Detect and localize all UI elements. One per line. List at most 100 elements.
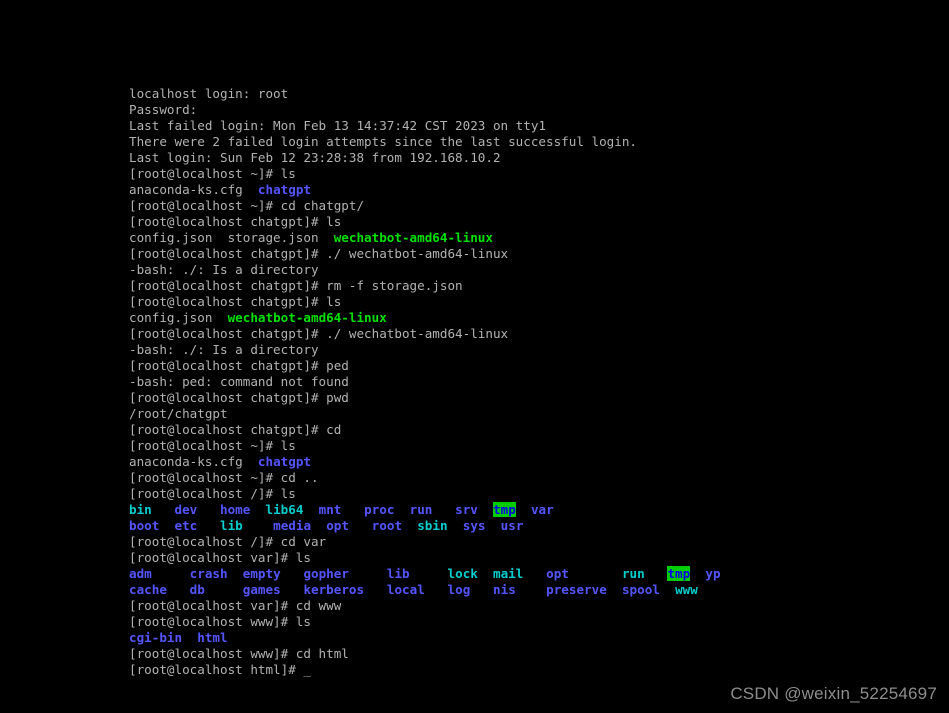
terminal-segment-default: [159, 518, 174, 533]
terminal-segment-dir: preserve: [546, 582, 607, 597]
terminal-segment-default: [root@localhost ~]# cd chatgpt/: [129, 198, 365, 213]
terminal-console-output[interactable]: localhost login: root Password: Last faile…: [129, 86, 941, 678]
terminal-segment-dir: usr: [500, 518, 524, 533]
terminal-line-cmd-pwd: [root@localhost chatgpt]# pwd: [129, 390, 941, 406]
terminal-segment-default: [569, 566, 622, 581]
terminal-segment-default: Last failed login: Mon Feb 13 14:37:42 C…: [129, 118, 547, 133]
terminal-line-out-ls-root-2: boot etc lib media opt root sbin sys usr: [129, 518, 941, 534]
terminal-line-cmd-ls-chatgpt-2: [root@localhost chatgpt]# ls: [129, 294, 941, 310]
terminal-segment-dir: var: [530, 502, 554, 517]
terminal-segment-default: config.json: [129, 310, 228, 325]
terminal-segment-dir: cache: [129, 582, 167, 597]
terminal-segment-default: [516, 502, 531, 517]
terminal-segment-dir: root: [371, 518, 403, 533]
terminal-segment-dir: opt: [546, 566, 569, 581]
terminal-segment-default: [root@localhost var]# cd www: [129, 598, 342, 613]
terminal-line-cmd-cd-home: [root@localhost chatgpt]# cd: [129, 422, 941, 438]
terminal-segment-default: There were 2 failed login attempts since…: [129, 134, 637, 149]
terminal-line-err-isdir-2: -bash: ./: Is a directory: [129, 342, 941, 358]
terminal-line-cmd-ls-var: [root@localhost var]# ls: [129, 550, 941, 566]
terminal-segment-link: lib: [220, 518, 243, 533]
terminal-segment-default: [448, 518, 463, 533]
terminal-segment-default: [660, 582, 675, 597]
terminal-segment-dir: crash: [189, 566, 228, 581]
terminal-line-cmd-rm-storage: [root@localhost chatgpt]# rm -f storage.…: [129, 278, 941, 294]
terminal-segment-default: [182, 630, 197, 645]
terminal-line-cmd-ls-home: [root@localhost ~]# ls: [129, 166, 941, 182]
terminal-segment-dir: log: [447, 582, 471, 597]
terminal-segment-cursor: _: [303, 662, 311, 677]
terminal-segment-default: Last login: Sun Feb 12 23:28:38 from 192…: [129, 150, 501, 165]
terminal-screen[interactable]: localhost login: root Password: Last faile…: [0, 0, 949, 713]
terminal-segment-default: [516, 582, 546, 597]
terminal-segment-dir: spool: [621, 582, 660, 597]
terminal-segment-dir: empty: [242, 566, 281, 581]
terminal-segment-default: -bash: ped: command not found: [129, 374, 349, 389]
terminal-line-cmd-cd-html: [root@localhost www]# cd html: [129, 646, 941, 662]
terminal-segment-default: anaconda-ks.cfg: [129, 454, 258, 469]
terminal-segment-dir: dev: [174, 502, 198, 517]
terminal-segment-default: [root@localhost ~]# cd ..: [129, 470, 319, 485]
terminal-segment-default: [root@localhost /]# cd var: [129, 534, 327, 549]
terminal-line-cmd-cd-chatgpt: [root@localhost ~]# cd chatgpt/: [129, 198, 941, 214]
terminal-line-out-ls-chatgpt-2: config.json wechatbot-amd64-linux: [129, 310, 941, 326]
terminal-segment-default: [250, 502, 265, 517]
terminal-line-last-login: Last login: Sun Feb 12 23:28:38 from 192…: [129, 150, 941, 166]
terminal-segment-default: [root@localhost chatgpt]# cd: [129, 422, 342, 437]
terminal-segment-default: [349, 566, 387, 581]
terminal-segment-default: [523, 566, 546, 581]
terminal-line-password-prompt: Password:: [129, 102, 941, 118]
terminal-segment-exec: wechatbot-amd64-linux: [227, 310, 387, 325]
terminal-segment-default: [root@localhost chatgpt]# ls: [129, 294, 342, 309]
terminal-segment-dir: chatgpt: [257, 182, 311, 197]
terminal-line-cmd-cd-www: [root@localhost var]# cd www: [129, 598, 941, 614]
terminal-line-out-ls-root-1: bin dev home lib64 mnt proc run srv tmp …: [129, 502, 941, 518]
terminal-segment-default: [364, 582, 387, 597]
terminal-segment-default: [303, 502, 318, 517]
terminal-segment-default: [432, 502, 455, 517]
terminal-segment-default: [root@localhost chatgpt]# ped: [129, 358, 349, 373]
terminal-segment-default: [281, 566, 304, 581]
terminal-segment-sticky: tmp: [493, 502, 516, 517]
terminal-line-last-failed-login: Last failed login: Mon Feb 13 14:37:42 C…: [129, 118, 941, 134]
terminal-line-cmd-cd-up: [root@localhost ~]# cd ..: [129, 470, 941, 486]
terminal-segment-default: [243, 518, 273, 533]
terminal-line-out-ls-var-1: adm crash empty gopher lib lock mail opt…: [129, 566, 941, 582]
terminal-segment-default: config.json storage.json: [129, 230, 334, 245]
terminal-segment-default: [root@localhost ~]# ls: [129, 166, 296, 181]
terminal-segment-default: [470, 582, 493, 597]
terminal-segment-default: [167, 582, 190, 597]
terminal-segment-default: [645, 566, 668, 581]
terminal-segment-link: www: [675, 582, 698, 597]
terminal-segment-dir: opt: [326, 518, 349, 533]
terminal-segment-default: /root/chatgpt: [129, 406, 228, 421]
terminal-line-out-ls-home-2: anaconda-ks.cfg chatgpt: [129, 454, 941, 470]
terminal-segment-default: [root@localhost chatgpt]# ./ wechatbot-a…: [129, 246, 509, 261]
terminal-segment-link: lib64: [265, 502, 304, 517]
terminal-segment-dir: local: [386, 582, 425, 597]
terminal-segment-dir: html: [197, 630, 228, 645]
terminal-segment-dir: kerberos: [303, 582, 365, 597]
terminal-segment-default: [root@localhost chatgpt]# pwd: [129, 390, 349, 405]
terminal-line-failed-attempts: There were 2 failed login attempts since…: [129, 134, 941, 150]
terminal-line-out-ls-www: cgi-bin html: [129, 630, 941, 646]
terminal-segment-default: [root@localhost www]# cd html: [129, 646, 349, 661]
terminal-segment-default: [197, 518, 220, 533]
terminal-segment-default: [607, 582, 622, 597]
terminal-segment-dir: db: [189, 582, 205, 597]
terminal-segment-default: [152, 566, 190, 581]
terminal-segment-default: [197, 502, 220, 517]
terminal-segment-link: mail: [493, 566, 524, 581]
terminal-line-login-prompt: localhost login: root: [129, 86, 941, 102]
terminal-segment-exec: wechatbot-amd64-linux: [333, 230, 493, 245]
terminal-segment-default: localhost login: root: [129, 86, 289, 101]
terminal-line-cmd-ls-chatgpt-1: [root@localhost chatgpt]# ls: [129, 214, 941, 230]
terminal-line-err-isdir-1: -bash: ./: Is a directory: [129, 262, 941, 278]
terminal-segment-dir: cgi-bin: [129, 630, 183, 645]
terminal-line-cmd-run-bot-2: [root@localhost chatgpt]# ./ wechatbot-a…: [129, 326, 941, 342]
terminal-segment-default: [485, 518, 500, 533]
terminal-segment-default: [349, 518, 372, 533]
terminal-line-cmd-ls-home-2: [root@localhost ~]# ls: [129, 438, 941, 454]
terminal-segment-default: Password:: [129, 102, 198, 117]
terminal-segment-dir: etc: [174, 518, 198, 533]
